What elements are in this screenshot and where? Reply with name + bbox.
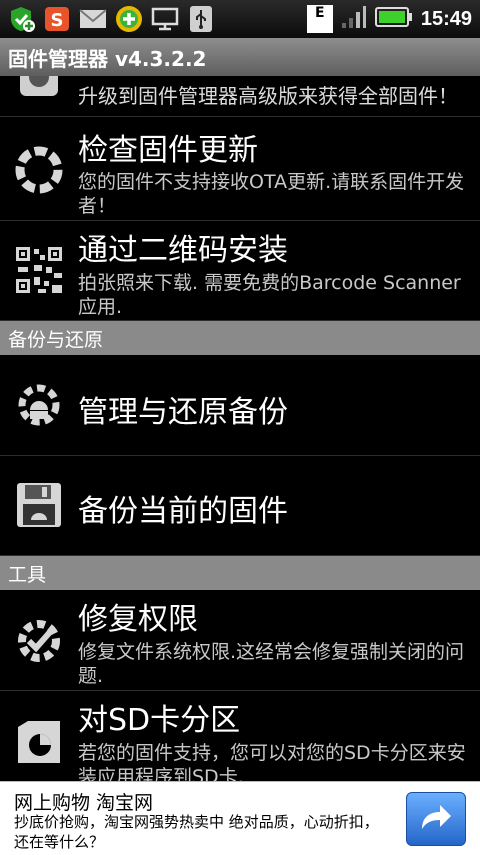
share-arrow-icon [418, 801, 454, 837]
usb-icon [186, 4, 216, 34]
svg-text:S: S [51, 10, 64, 31]
qr-code-icon [14, 245, 64, 295]
list-item-sd-partition[interactable]: 对SD卡分区 若您的固件支持，您可以对您的SD卡分区来安装应用程序到SD卡. [0, 691, 480, 781]
list-item-upgrade[interactable]: 升级到固件管理器高级版来获得全部固件！ [0, 76, 480, 117]
section-header-backup-label: 备份与还原 [8, 328, 104, 351]
ad-banner[interactable]: 网上购物 淘宝网 抄底价抢购，淘宝网强势热卖中 绝对品质，心动折扣，还在等什么？ [0, 781, 480, 855]
fix-permissions-description: 修复文件系统权限.这经常会修复强制关闭的问题. [78, 641, 465, 687]
status-bar: S E 15:49 [0, 0, 480, 38]
list-item-check-update[interactable]: 检查固件更新 您的固件不支持接收OTA更新.请联系固件开发者！ [0, 117, 480, 221]
sd-partition-description: 若您的固件支持，您可以对您的SD卡分区来安装应用程序到SD卡. [78, 742, 466, 781]
upgrade-description: 升级到固件管理器高级版来获得全部固件！ [78, 84, 458, 108]
ad-description: 抄底价抢购，淘宝网强势热卖中 绝对品质，心动折扣，还在等什么？ [14, 813, 379, 851]
section-header-tools-label: 工具 [8, 563, 47, 586]
qr-install-title: 通过二维码安装 [78, 233, 288, 268]
floppy-disk-icon [14, 480, 64, 530]
sd-partition-title: 对SD卡分区 [78, 703, 241, 738]
qr-install-description: 拍张照来下载. 需要免费的Barcode Scanner 应用. [78, 272, 461, 318]
list-item-backup-current[interactable]: 备份当前的固件 [0, 456, 480, 556]
app-title-bar: 固件管理器 v4.3.2.2 [0, 38, 480, 76]
list-item-qr-install[interactable]: 通过二维码安装 拍张照来下载. 需要免费的Barcode Scanner 应用. [0, 221, 480, 321]
network-e-icon: E [306, 5, 333, 33]
signal-icon [341, 5, 367, 33]
sd-card-icon [14, 717, 64, 767]
settings-list[interactable]: 升级到固件管理器高级版来获得全部固件！ 检查固件更新 您的固件不支持接收OTA更… [0, 76, 480, 781]
app-title: 固件管理器 v4.3.2.2 [8, 46, 207, 71]
premium-gear-icon [14, 76, 64, 102]
plus-badge-icon [114, 4, 144, 34]
shield-plus-icon [6, 4, 36, 34]
section-header-tools: 工具 [0, 556, 480, 590]
monitor-icon [150, 4, 180, 34]
android-gear-icon [14, 380, 64, 430]
sogou-s-icon: S [42, 4, 72, 34]
check-update-title: 检查固件更新 [78, 133, 258, 168]
mail-icon [78, 4, 108, 34]
section-header-backup: 备份与还原 [0, 321, 480, 355]
check-update-description: 您的固件不支持接收OTA更新.请联系固件开发者！ [78, 171, 465, 217]
manage-backup-title: 管理与还原备份 [78, 395, 288, 430]
refresh-icon [14, 145, 64, 195]
list-item-manage-backup[interactable]: 管理与还原备份 [0, 355, 480, 456]
backup-current-title: 备份当前的固件 [78, 494, 288, 529]
list-item-fix-permissions[interactable]: 修复权限 修复文件系统权限.这经常会修复强制关闭的问题. [0, 590, 480, 691]
ad-open-button[interactable] [406, 792, 466, 846]
gear-check-icon [14, 616, 64, 666]
fix-permissions-title: 修复权限 [78, 602, 198, 637]
clock: 15:49 [420, 7, 472, 30]
battery-icon [374, 7, 413, 31]
ad-title: 网上购物 淘宝网 [14, 792, 154, 814]
